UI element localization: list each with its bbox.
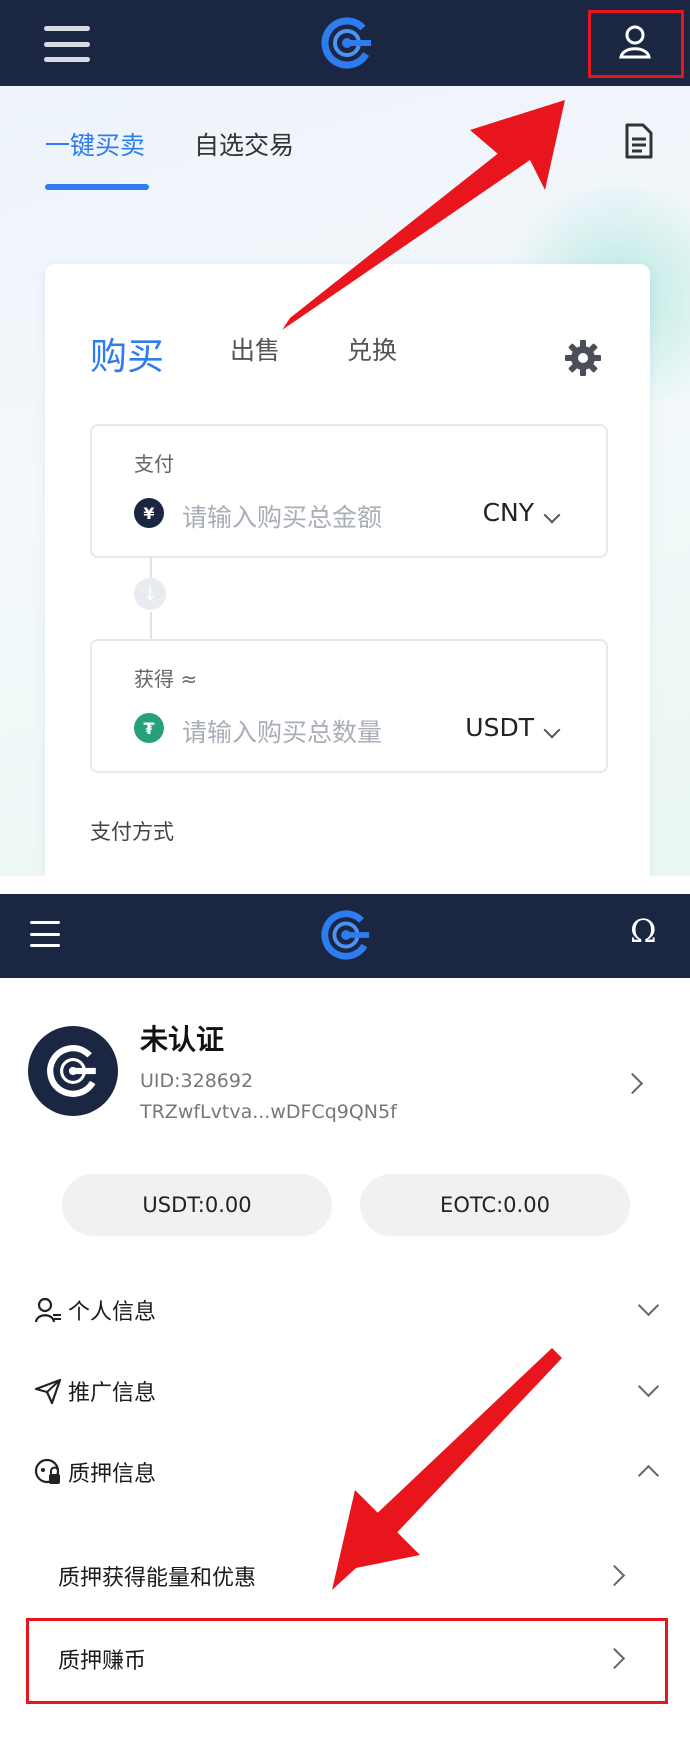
chevron-right-icon[interactable] <box>603 1564 626 1587</box>
avatar[interactable] <box>28 1026 118 1116</box>
avatar-logo-icon <box>47 1045 99 1097</box>
account-app-bar: Ω <box>0 894 690 978</box>
hamburger-menu-icon[interactable] <box>30 921 60 947</box>
user-uid: UID:328692 <box>140 1070 254 1092</box>
submenu-pledge-earn[interactable]: 质押赚币 <box>58 1643 638 1683</box>
annotation-arrow-icon <box>332 1348 562 1590</box>
user-icon[interactable]: Ω <box>630 912 657 950</box>
screen-divider <box>0 876 690 894</box>
app-logo-icon[interactable] <box>319 908 373 962</box>
menu-label: 个人信息 <box>68 1300 157 1325</box>
wallet-address: TRZwfLvtva...wDFCq9QN5f <box>140 1101 397 1123</box>
annotation-arrow-icon <box>282 100 565 330</box>
verification-status: 未认证 <box>140 1023 225 1056</box>
chevron-right-icon[interactable] <box>603 1647 626 1670</box>
menu-label: 推广信息 <box>68 1381 157 1406</box>
chevron-down-icon[interactable] <box>637 1294 660 1317</box>
eotc-balance[interactable]: EOTC:0.00 <box>360 1174 630 1236</box>
menu-label: 质押信息 <box>68 1462 157 1487</box>
pledge-icon <box>34 1458 60 1484</box>
submenu-label: 质押赚币 <box>58 1649 147 1674</box>
profile-chevron-right-icon[interactable] <box>621 1072 644 1095</box>
usdt-balance[interactable]: USDT:0.00 <box>62 1174 332 1236</box>
chevron-down-icon[interactable] <box>637 1375 660 1398</box>
menu-personal-info[interactable]: 个人信息 <box>34 1292 664 1332</box>
user-info-icon <box>34 1297 61 1323</box>
submenu-label: 质押获得能量和优惠 <box>58 1566 257 1591</box>
send-icon <box>34 1378 62 1405</box>
chevron-up-icon[interactable] <box>637 1464 660 1487</box>
